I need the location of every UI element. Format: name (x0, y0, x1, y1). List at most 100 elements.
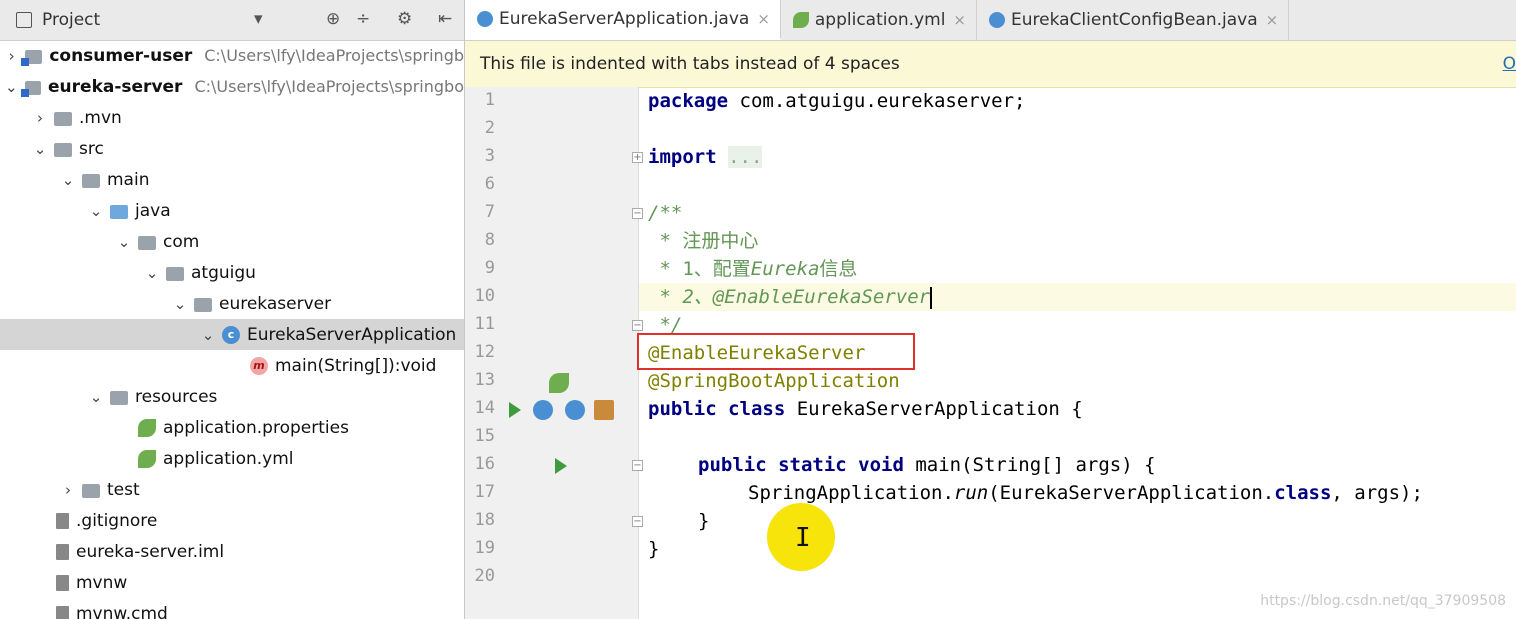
tree-item-eureka-server-application[interactable]: ⌄ c EurekaServerApplication (0, 319, 464, 350)
line-number: 10 (474, 286, 495, 306)
line-number: 6 (484, 174, 495, 194)
code-line[interactable]: public class EurekaServerApplication { (648, 395, 1083, 423)
collapse-arrow-icon[interactable]: ⌄ (4, 78, 19, 96)
tree-item-label: mvnw.cmd (76, 603, 168, 619)
tree-item-label: .mvn (79, 107, 122, 128)
tab-label: EurekaServerApplication.java (499, 8, 750, 29)
collapse-arrow-icon[interactable]: ⌄ (88, 388, 104, 406)
keyword: public static void (698, 454, 904, 476)
collapse-arrow-icon[interactable]: ⌄ (172, 295, 188, 313)
tree-item-label: main(String[]):void (275, 355, 437, 376)
expand-arrow-icon[interactable]: › (4, 47, 19, 65)
tree-item-eureka-server-iml[interactable]: eureka-server.iml (0, 536, 464, 567)
tab-label: EurekaClientConfigBean.java (1011, 10, 1258, 30)
fold-collapse-icon[interactable]: − (632, 516, 643, 527)
indentation-notification-banner: This file is indented with tabs instead … (465, 41, 1516, 88)
tab-application-yml[interactable]: application.yml × (781, 0, 977, 40)
annotation: @SpringBootApplication (648, 370, 900, 392)
tree-item-resources[interactable]: ⌄ resources (0, 381, 464, 412)
collapse-arrow-icon[interactable]: ⌄ (88, 202, 104, 220)
settings-gear-icon[interactable]: ⚙ (397, 9, 412, 29)
fold-expand-icon[interactable]: + (632, 152, 643, 163)
code-line[interactable]: } (698, 507, 709, 535)
editor-gutter[interactable]: 1 2 3 6 7 8 9 10 11 12 13 14 15 16 17 18… (465, 87, 639, 619)
code-line[interactable]: SpringApplication.run(EurekaServerApplic… (748, 479, 1423, 507)
line-number: 11 (474, 314, 495, 334)
spring-bean-icon[interactable] (549, 373, 569, 393)
fold-collapse-icon[interactable]: − (632, 208, 643, 219)
tree-item-application-yml[interactable]: application.yml (0, 443, 464, 474)
tree-item-label: EurekaServerApplication (247, 324, 457, 345)
collapse-arrow-icon[interactable]: ⌄ (200, 326, 216, 344)
spring-context-icon[interactable] (565, 400, 585, 420)
class-icon: c (222, 325, 240, 344)
tree-item-test[interactable]: › test (0, 474, 464, 505)
code-line[interactable]: @SpringBootApplication (648, 367, 900, 395)
expand-arrow-icon[interactable]: › (32, 109, 48, 127)
project-icon (16, 12, 32, 28)
line-number: 17 (474, 482, 495, 502)
code-line[interactable]: /** (648, 199, 682, 227)
tree-item-mvnw[interactable]: mvnw (0, 567, 464, 598)
code-line[interactable]: * 注册中心 (648, 227, 758, 255)
collapse-all-icon[interactable]: ÷ (356, 9, 370, 29)
collapse-arrow-icon[interactable]: ⌄ (116, 233, 132, 251)
close-icon[interactable]: × (1266, 11, 1279, 29)
project-panel-title: Project (42, 10, 101, 30)
tree-item-label: eurekaserver (219, 293, 332, 314)
tree-item-label: resources (135, 386, 218, 407)
run-class-icon[interactable] (509, 402, 521, 418)
tree-item-src[interactable]: ⌄ src (0, 133, 464, 164)
scroll-from-source-icon[interactable]: ⊕ (326, 9, 340, 29)
code-line[interactable]: import ... (648, 143, 763, 171)
tree-item-atguigu[interactable]: ⌄ atguigu (0, 257, 464, 288)
tree-item-gitignore[interactable]: .gitignore (0, 505, 464, 536)
fold-collapse-icon[interactable]: − (632, 460, 643, 471)
code-line[interactable]: package com.atguigu.eurekaserver; (648, 87, 1026, 115)
tree-item-mvn[interactable]: › .mvn (0, 102, 464, 133)
tree-item-com[interactable]: ⌄ com (0, 226, 464, 257)
tree-item-eureka-server[interactable]: ⌄ eureka-server C:\Users\lfy\IdeaProject… (0, 71, 464, 102)
code-line[interactable]: public static void main(String[] args) { (698, 451, 1156, 479)
project-panel-header[interactable]: Project ▾ ⊕ ÷ ⚙ ⇤ (0, 0, 464, 41)
method-icon: m (250, 356, 268, 375)
source-folder-icon (110, 204, 128, 219)
method-call: run (953, 482, 989, 504)
comment: * 2、@EnableEurekaServer (648, 286, 931, 308)
expand-arrow-icon[interactable]: › (60, 481, 76, 499)
tree-item-java[interactable]: ⌄ java (0, 195, 464, 226)
view-dropdown-icon[interactable]: ▾ (254, 9, 263, 29)
text-caret (930, 286, 933, 309)
folded-imports[interactable]: ... (728, 146, 763, 168)
tab-eureka-server-application[interactable]: EurekaServerApplication.java × (465, 0, 781, 40)
collapse-arrow-icon[interactable]: ⌄ (60, 171, 76, 189)
fold-collapse-icon[interactable]: − (632, 320, 643, 331)
class-gutter-icon[interactable] (533, 400, 553, 420)
code-line[interactable]: * 1、配置Eureka信息 (648, 255, 857, 283)
hide-panel-icon[interactable]: ⇤ (438, 9, 452, 29)
collapse-arrow-icon[interactable]: ⌄ (32, 140, 48, 158)
tree-item-consumer-user[interactable]: › consumer-user C:\Users\lfy\IdeaProject… (0, 40, 464, 71)
tree-item-main-method[interactable]: m main(String[]):void (0, 350, 464, 381)
close-icon[interactable]: × (953, 11, 966, 29)
collapse-arrow-icon[interactable]: ⌄ (144, 264, 160, 282)
code-line[interactable]: } (648, 535, 659, 563)
project-panel: Project ▾ ⊕ ÷ ⚙ ⇤ › consumer-user C:\Use… (0, 0, 465, 619)
tree-item-mvnw-cmd[interactable]: mvnw.cmd (0, 598, 464, 619)
code-line[interactable]: * 2、@EnableEurekaServer (648, 283, 933, 311)
tree-item-eurekaserver[interactable]: ⌄ eurekaserver (0, 288, 464, 319)
comment: Eureka (750, 258, 820, 280)
file-icon (56, 574, 69, 591)
tree-item-label: main (107, 169, 150, 190)
close-icon[interactable]: × (757, 10, 770, 28)
tree-item-main[interactable]: ⌄ main (0, 164, 464, 195)
spring-config-icon[interactable] (594, 400, 614, 420)
line-number: 12 (474, 342, 495, 362)
run-main-icon[interactable] (555, 458, 567, 474)
tab-eureka-client-config-bean[interactable]: EurekaClientConfigBean.java × (977, 0, 1290, 40)
tree-item-application-properties[interactable]: application.properties (0, 412, 464, 443)
banner-action-link[interactable]: O (1503, 41, 1516, 87)
spring-leaf-icon (792, 12, 809, 28)
code-text: } (648, 538, 660, 560)
code-editor: EurekaServerApplication.java × applicati… (465, 0, 1516, 619)
